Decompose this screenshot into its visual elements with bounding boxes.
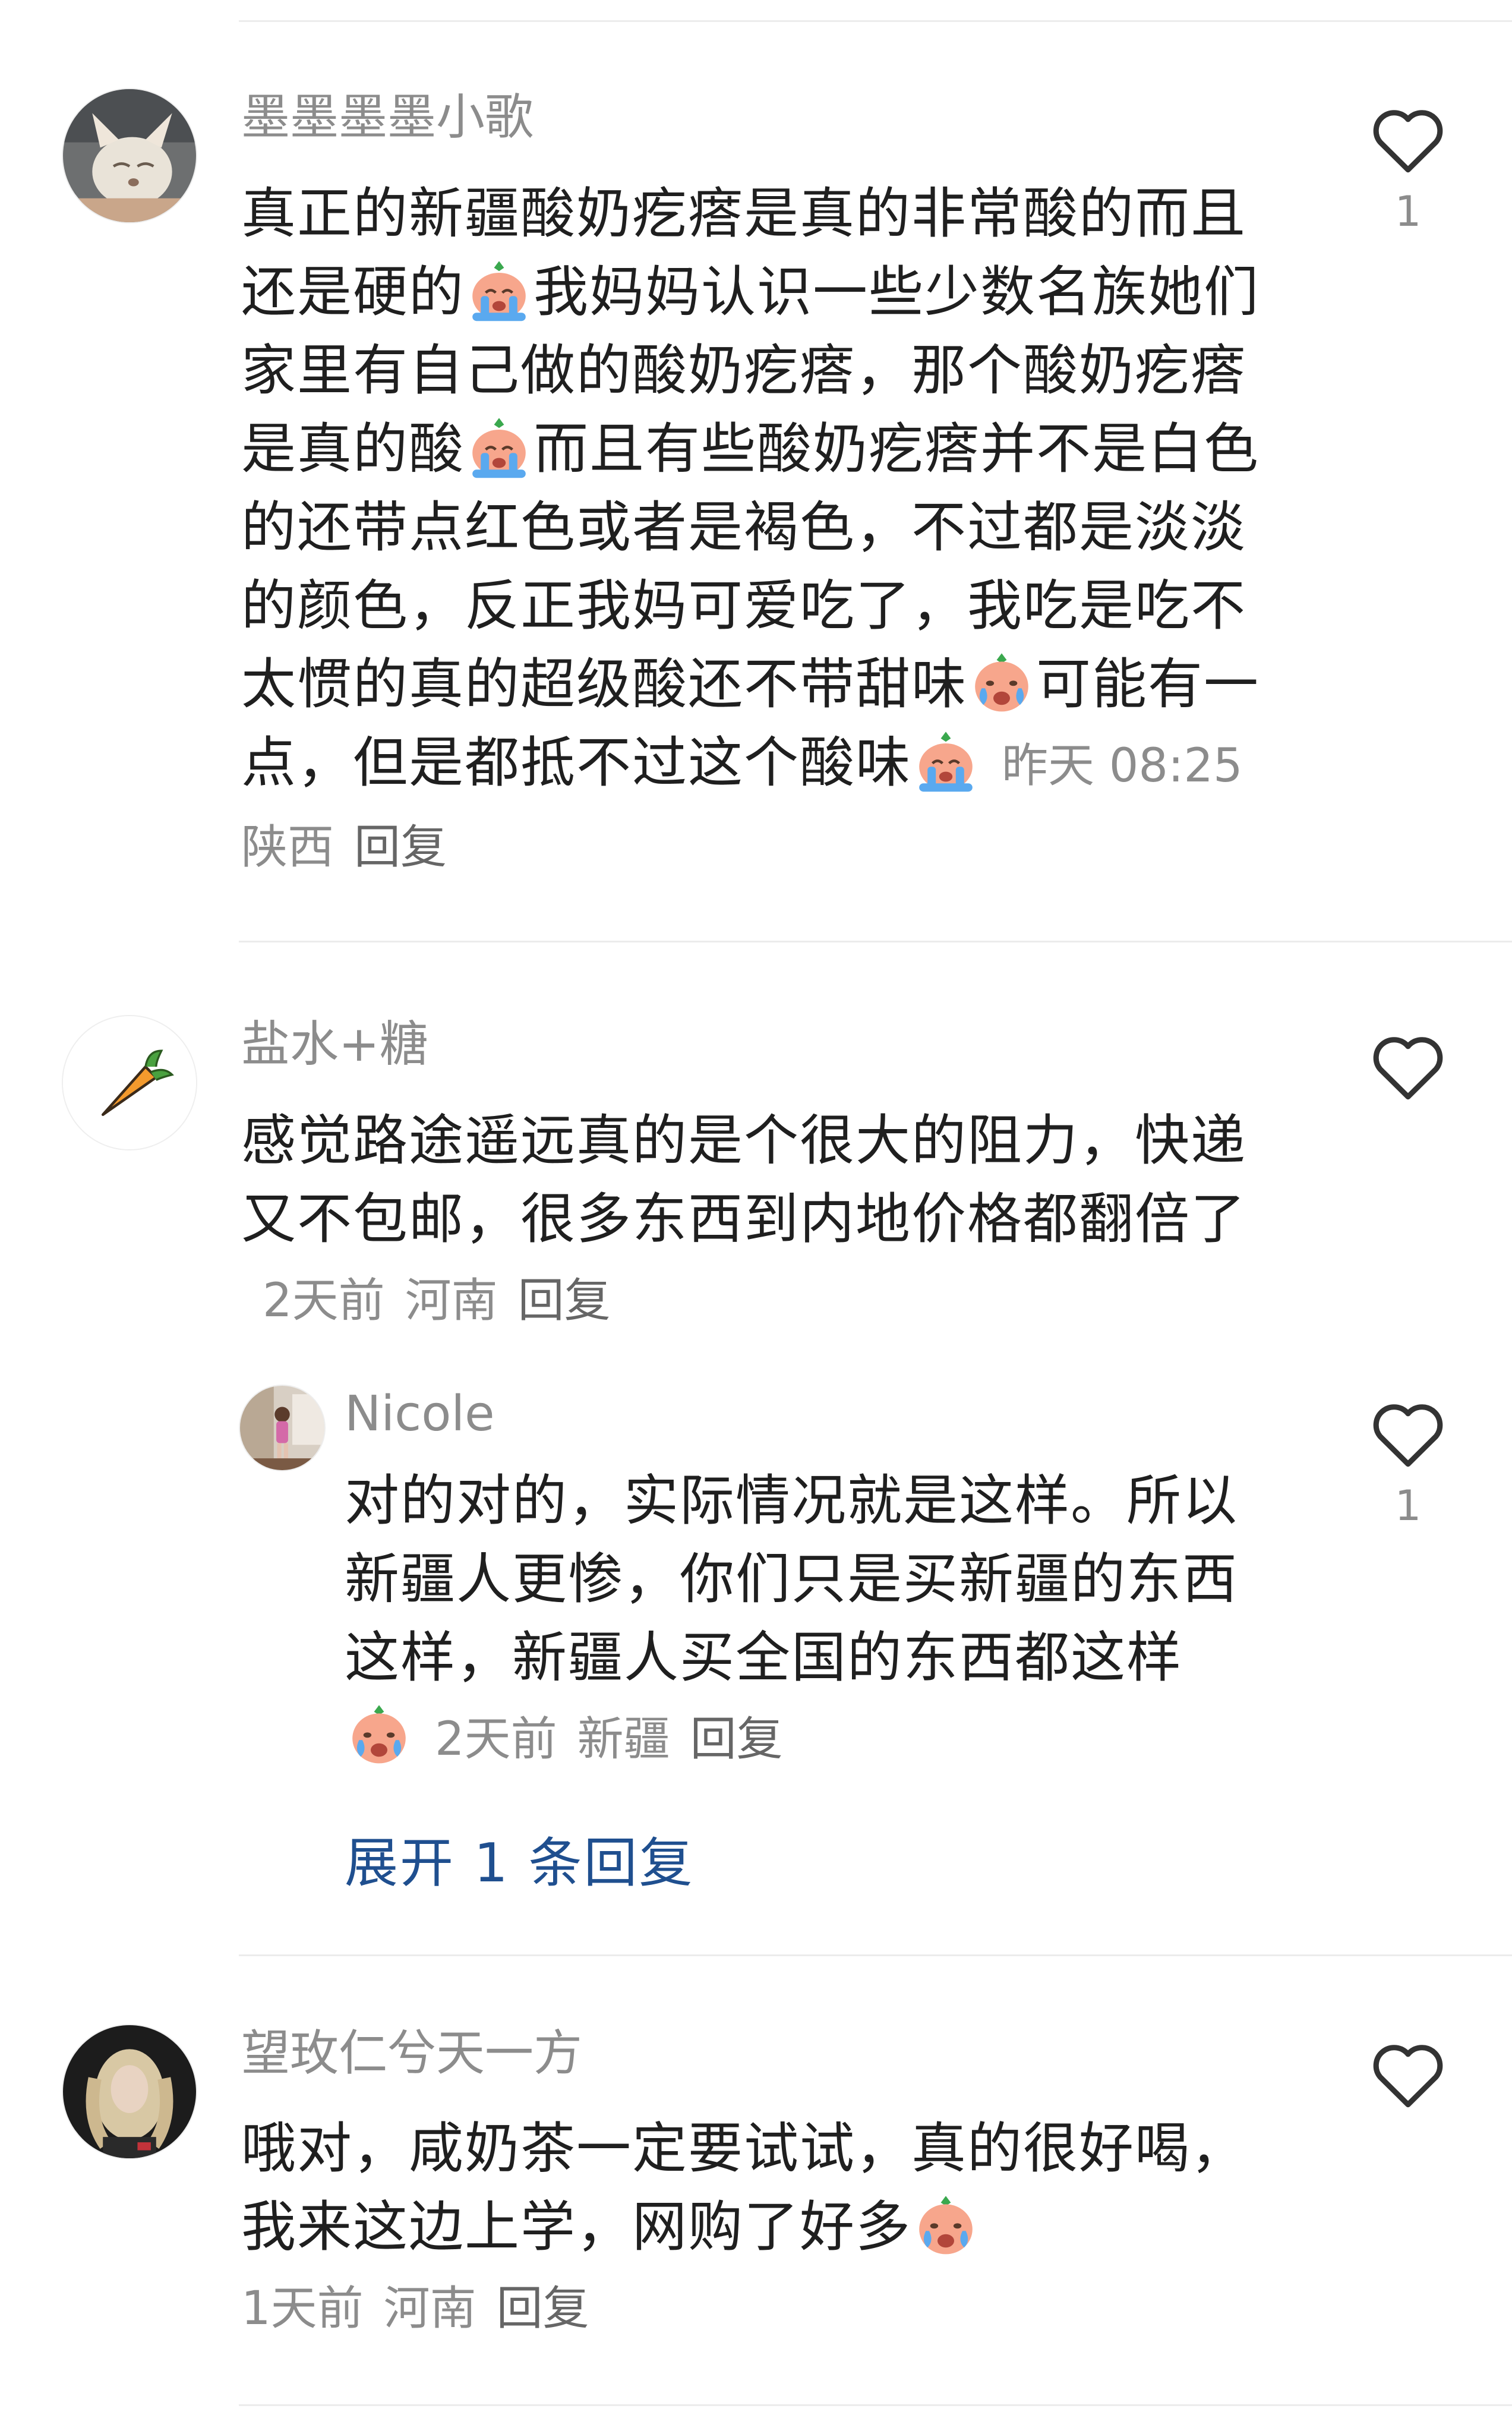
- like-count: [1366, 2123, 1450, 2170]
- bottom-divider: [239, 2404, 1512, 2406]
- crying-face-emoji: [913, 2191, 979, 2258]
- like-count: 1: [1394, 187, 1422, 236]
- heart-outline-icon: [1373, 110, 1443, 173]
- tears-face-emoji: [913, 727, 979, 793]
- tears-face-emoji: [466, 256, 532, 323]
- reply-text: 对的对的，实际情况就是这样。所以新疆人更惨，你们只是买新疆的东西这样，新疆人买全…: [345, 1462, 1271, 1779]
- like-button[interactable]: [1366, 1032, 1450, 1162]
- crying-face-emoji: [968, 648, 1035, 715]
- tears-face-emoji: [466, 413, 532, 480]
- comment-time: 1天前: [241, 2282, 364, 2335]
- comment-location: 河南: [405, 1274, 498, 1328]
- heart-outline-icon: [1373, 1404, 1443, 1467]
- comment-meta: 1天前 河南 回复: [241, 2282, 610, 2335]
- carrot-avatar-icon: [63, 1016, 196, 1149]
- avatar[interactable]: [62, 88, 197, 223]
- comment-meta: 2天前 河南 回复: [263, 1274, 631, 1328]
- reply-text-part: 对的对的，实际情况就是这样。所以新疆人更惨，你们只是买新疆的东西这样，新疆人买全…: [345, 1469, 1239, 1689]
- comment-text-part: 感觉路途遥远真的是个很大的阻力，快递又不包邮，很多东西到内地价格都翻倍了: [241, 1109, 1247, 1251]
- comment-username[interactable]: 盐水+糖: [241, 1015, 428, 1074]
- reply-location: 新疆: [577, 1713, 670, 1766]
- reply-avatar[interactable]: [239, 1385, 326, 1471]
- heart-outline-icon: [1373, 1037, 1443, 1100]
- like-button[interactable]: 1: [1366, 105, 1450, 235]
- comment-username[interactable]: 望玫仁兮天一方: [241, 2024, 582, 2083]
- comment-time: 2天前: [263, 1274, 385, 1328]
- reply-button[interactable]: 回复: [497, 2282, 589, 2335]
- like-count: [1366, 1115, 1450, 1162]
- comment-text: 真正的新疆酸奶疙瘩是真的非常酸的而且还是硬的 我妈妈认识一些少数名族她们家里有自己…: [241, 175, 1275, 887]
- avatar[interactable]: [62, 2024, 197, 2159]
- girl-photo-avatar-icon: [240, 1386, 324, 1470]
- heart-outline-icon: [1373, 2045, 1443, 2108]
- comment-text: 哦对，咸奶茶一定要试试，真的很好喝，我来这边上学，网购了好多 1天前 河南 回复: [241, 2110, 1275, 2348]
- reply-button[interactable]: 回复: [354, 821, 447, 874]
- crying-face-emoji: [346, 1700, 412, 1767]
- top-divider: [239, 20, 1512, 22]
- comment-location: 河南: [383, 2282, 476, 2335]
- like-count: 1: [1394, 1481, 1422, 1530]
- blonde-person-avatar-icon: [63, 2025, 196, 2158]
- reply-meta: 2天前 新疆 回复: [435, 1713, 803, 1766]
- fox-avatar-icon: [63, 89, 196, 222]
- avatar[interactable]: [62, 1015, 197, 1150]
- comment-divider: [239, 1954, 1512, 1956]
- like-button[interactable]: [1366, 2039, 1450, 2170]
- comment-time: 昨天 08:25: [1002, 739, 1243, 793]
- reply-time: 2天前: [435, 1713, 557, 1766]
- expand-replies-button[interactable]: 展开 1 条回复: [345, 1820, 694, 1897]
- comment-location: 陕西: [241, 821, 334, 874]
- like-button[interactable]: 1: [1366, 1399, 1450, 1530]
- comment-divider: [239, 941, 1512, 942]
- reply-username[interactable]: Nicole: [345, 1385, 495, 1444]
- comment-text-part: 哦对，咸奶茶一定要试试，真的很好喝，我来这边上学，网购了好多: [241, 2117, 1247, 2259]
- reply-button[interactable]: 回复: [690, 1713, 783, 1766]
- comment-text: 感觉路途遥远真的是个很大的阻力，快递又不包邮，很多东西到内地价格都翻倍了 2天前河…: [241, 1102, 1275, 1340]
- comment-username[interactable]: 墨墨墨墨小歌: [241, 88, 534, 147]
- reply-button[interactable]: 回复: [518, 1274, 611, 1328]
